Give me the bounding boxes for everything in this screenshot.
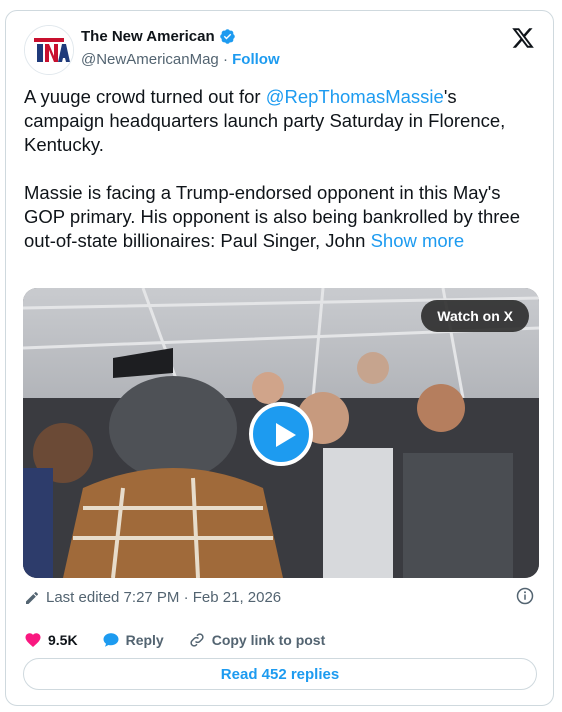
play-button[interactable]	[249, 402, 313, 466]
tweet-paragraph-1: A yuuge crowd turned out for @RepThomasM…	[24, 85, 534, 157]
author-handle-row: @NewAmericanMag · Follow	[81, 51, 280, 68]
verified-badge-icon	[219, 29, 235, 44]
mention-link[interactable]: @RepThomasMassie	[266, 86, 444, 107]
edited-timestamp-row: Last edited 7:27 PM · Feb 21, 2026	[24, 589, 281, 606]
action-bar: 9.5K Reply Copy link to post	[24, 631, 349, 649]
like-count: 9.5K	[48, 632, 78, 648]
x-logo-icon[interactable]	[511, 26, 535, 50]
show-more-link[interactable]: Show more	[371, 230, 465, 251]
info-icon[interactable]	[516, 587, 534, 605]
heart-icon	[25, 633, 41, 648]
copy-link-button[interactable]: Copy link to post	[188, 631, 326, 649]
reply-label: Reply	[125, 632, 164, 648]
video-player[interactable]: Watch on X	[23, 288, 539, 578]
link-icon	[190, 633, 204, 647]
author-handle[interactable]: @NewAmericanMag	[81, 51, 219, 68]
follow-button[interactable]: Follow	[232, 51, 280, 68]
reply-button[interactable]: Reply	[102, 631, 164, 649]
tweet-text: A yuuge crowd turned out for @RepThomasM…	[24, 85, 534, 253]
read-replies-button[interactable]: Read 452 replies	[23, 658, 537, 690]
copy-link-label: Copy link to post	[211, 632, 326, 648]
tweet-card: The New American @NewAmericanMag · Follo…	[5, 10, 554, 706]
watch-on-x-button[interactable]: Watch on X	[421, 300, 529, 332]
tweet-paragraph-2: Massie is facing a Trump-endorsed oppone…	[24, 181, 534, 253]
like-button[interactable]: 9.5K	[24, 631, 78, 649]
tweet-text-segment: A yuuge crowd turned out for	[24, 86, 266, 107]
pencil-icon	[26, 591, 39, 604]
author-name[interactable]: The New American	[81, 28, 215, 45]
reply-bubble-icon	[103, 633, 119, 647]
tna-logo	[25, 26, 73, 74]
separator-dot: ·	[222, 51, 228, 68]
author-name-row: The New American	[81, 28, 236, 45]
edited-text[interactable]: Last edited 7:27 PM · Feb 21, 2026	[46, 589, 281, 606]
author-avatar[interactable]	[24, 25, 74, 75]
